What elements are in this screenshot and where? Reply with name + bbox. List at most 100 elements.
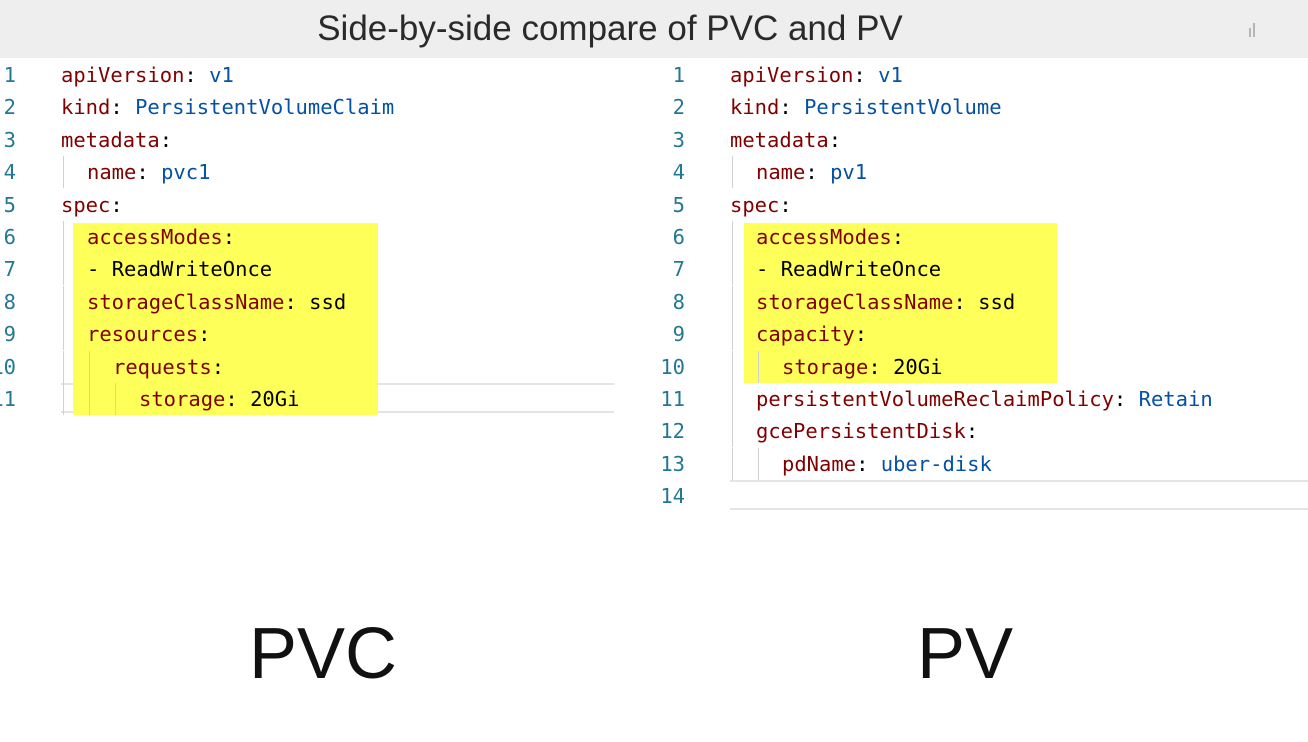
code-text: metadata: bbox=[730, 124, 841, 156]
yaml-punct: : bbox=[779, 192, 792, 217]
yaml-value: v1 bbox=[209, 63, 234, 87]
yaml-value: ReadWriteOnce bbox=[780, 257, 942, 282]
code-text: storageClassName: ssd bbox=[87, 286, 346, 318]
yaml-punct: : bbox=[225, 387, 251, 411]
code-text: resources: bbox=[87, 318, 210, 350]
code-line[interactable]: 4 name: pvc1 bbox=[0, 156, 640, 189]
indent-guide bbox=[115, 383, 116, 415]
indent-guide bbox=[732, 253, 733, 286]
yaml-value: pvc1 bbox=[161, 160, 211, 185]
code-text: storage: 20Gi bbox=[782, 351, 942, 383]
code-line[interactable]: 3 metadata: bbox=[0, 124, 640, 156]
code-line[interactable]: 9 capacity: bbox=[640, 318, 1308, 351]
yaml-punct: - bbox=[756, 257, 781, 282]
code-line[interactable]: 5 spec: bbox=[640, 189, 1308, 221]
code-text: capacity: bbox=[756, 318, 867, 350]
yaml-key: storageClassName bbox=[87, 289, 285, 314]
code-line[interactable]: 11 persistentVolumeReclaimPolicy: Retain bbox=[640, 383, 1308, 415]
line-number: 7 bbox=[3, 257, 16, 282]
line-number: 10 bbox=[0, 354, 16, 379]
code-line[interactable]: 11 storage: 20Gi bbox=[0, 383, 640, 415]
yaml-key: persistentVolumeReclaimPolicy bbox=[756, 387, 1114, 411]
pvc-code-panel[interactable]: 1 apiVersion: v1 2 kind: PersistentVolumeCl… bbox=[0, 58, 640, 528]
code-text: requests: bbox=[113, 351, 224, 383]
yaml-key: gcePersistentDisk bbox=[756, 419, 966, 444]
code-text: spec: bbox=[61, 189, 123, 221]
code-text: accessModes: bbox=[87, 221, 235, 253]
title-bar: Side-by-side compare of PVC and PV bbox=[0, 0, 1308, 58]
line-number: 8 bbox=[672, 289, 685, 314]
code-text: spec: bbox=[730, 189, 792, 221]
code-line[interactable]: 14 bbox=[640, 480, 1308, 512]
yaml-value: ssd bbox=[309, 289, 347, 314]
yaml-punct: : bbox=[779, 95, 805, 120]
code-line[interactable]: 2 kind: PersistentVolumeClaim bbox=[0, 91, 640, 123]
code-line[interactable]: 9 resources: bbox=[0, 318, 640, 351]
indent-guide bbox=[732, 285, 733, 318]
code-line[interactable]: 4 name: pv1 bbox=[640, 156, 1308, 189]
yaml-key: name bbox=[87, 160, 137, 185]
yaml-key: apiVersion bbox=[61, 63, 185, 87]
yaml-punct: : bbox=[198, 322, 211, 347]
code-line[interactable]: 6 accessModes: bbox=[640, 221, 1308, 253]
code-text: - ReadWriteOnce bbox=[756, 253, 941, 285]
yaml-key: storage bbox=[782, 354, 869, 379]
line-number: 2 bbox=[3, 95, 16, 120]
code-line[interactable]: 8 storageClassName: ssd bbox=[0, 285, 640, 318]
indent-guide bbox=[63, 253, 64, 286]
yaml-value: PersistentVolume bbox=[804, 95, 1002, 120]
code-line[interactable]: 8 storageClassName: ssd bbox=[640, 285, 1308, 318]
line-number: 6 bbox=[672, 225, 685, 249]
code-line[interactable]: 1 apiVersion: v1 bbox=[640, 59, 1308, 91]
line-number: 11 bbox=[660, 387, 685, 411]
line-number: 3 bbox=[3, 127, 16, 152]
indent-guide bbox=[732, 415, 733, 448]
yaml-value: 20Gi bbox=[250, 387, 300, 411]
code-text: apiVersion: v1 bbox=[730, 59, 903, 91]
code-line[interactable]: 10 requests: bbox=[0, 350, 640, 383]
yaml-value: ReadWriteOnce bbox=[111, 257, 273, 282]
yaml-key: spec bbox=[61, 192, 111, 217]
yaml-punct: : bbox=[856, 451, 881, 476]
indent-guide bbox=[732, 447, 733, 480]
line-number: 12 bbox=[660, 419, 685, 444]
code-line[interactable]: 1 apiVersion: v1 bbox=[0, 59, 640, 91]
code-line[interactable]: 3 metadata: bbox=[640, 124, 1308, 156]
yaml-punct: : bbox=[110, 95, 136, 120]
code-line[interactable]: 7 - ReadWriteOnce bbox=[640, 253, 1308, 286]
yaml-punct: : bbox=[184, 63, 210, 87]
yaml-key: name bbox=[756, 160, 806, 185]
bar-chart-icon[interactable] bbox=[1249, 23, 1257, 37]
code-text: accessModes: bbox=[756, 221, 904, 253]
code-text: - ReadWriteOnce bbox=[87, 253, 272, 285]
yaml-key: capacity bbox=[756, 322, 855, 347]
code-line[interactable]: 10 storage: 20Gi bbox=[640, 350, 1308, 383]
code-line[interactable]: 7 - ReadWriteOnce bbox=[0, 253, 640, 286]
pv-code-panel[interactable]: 1 apiVersion: v1 2 kind: PersistentVolume 3 m… bbox=[640, 58, 1308, 528]
indent-guide bbox=[63, 318, 64, 351]
yaml-punct: : bbox=[211, 354, 225, 379]
code-line[interactable]: 12 gcePersistentDisk: bbox=[640, 415, 1308, 448]
code-line[interactable]: 6 accessModes: bbox=[0, 221, 640, 253]
code-text: pdName: uber-disk bbox=[782, 448, 992, 480]
yaml-value: pv1 bbox=[830, 160, 868, 185]
yaml-punct: : bbox=[110, 192, 123, 217]
code-line[interactable]: 5 spec: bbox=[0, 189, 640, 221]
yaml-punct: - bbox=[87, 257, 112, 282]
yaml-key: metadata bbox=[730, 127, 829, 152]
code-text: storageClassName: ssd bbox=[756, 286, 1015, 318]
yaml-punct: : bbox=[805, 160, 831, 185]
line-number: 10 bbox=[660, 354, 685, 379]
code-line[interactable]: 2 kind: PersistentVolume bbox=[640, 91, 1308, 123]
line-number: 3 bbox=[672, 127, 685, 152]
yaml-key: kind bbox=[61, 95, 111, 120]
page-title: Side-by-side compare of PVC and PV bbox=[317, 9, 903, 48]
code-line[interactable]: 13 pdName: uber-disk bbox=[640, 447, 1308, 480]
yaml-key: accessModes bbox=[87, 225, 223, 249]
yaml-punct: : bbox=[828, 127, 842, 152]
code-text: kind: PersistentVolumeClaim bbox=[61, 91, 394, 123]
yaml-key: metadata bbox=[61, 127, 160, 152]
indent-guide bbox=[732, 156, 733, 189]
indent-guide bbox=[732, 350, 733, 383]
line-number: 11 bbox=[0, 387, 16, 411]
